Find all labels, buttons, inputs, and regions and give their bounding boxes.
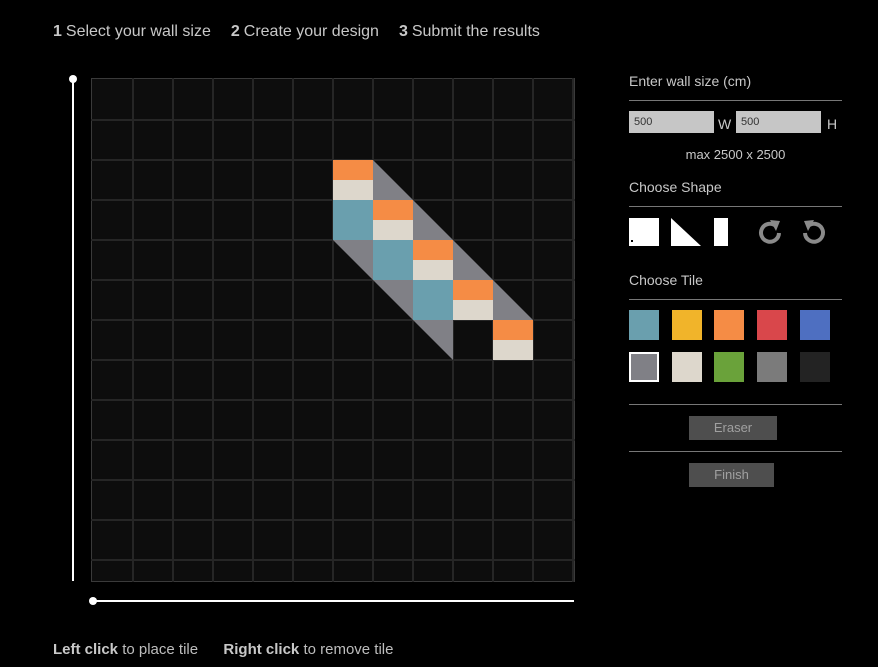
right-click-label: Right click [223,641,300,658]
placed-tile[interactable] [493,340,533,360]
placed-tile[interactable] [453,280,493,300]
tile-swatch[interactable] [629,352,659,382]
square-shape-icon[interactable] [629,218,659,246]
left-click-text: to place tile [118,641,199,658]
tile-swatch[interactable] [800,310,830,340]
triangle-shape-icon[interactable] [671,218,701,246]
finish-button[interactable]: Finish [689,463,774,487]
height-ruler [72,79,74,581]
placed-tile[interactable] [413,240,453,260]
placed-tile[interactable] [373,240,413,280]
width-ruler-handle[interactable] [89,597,97,605]
placed-tile[interactable] [373,200,413,220]
divider [629,100,842,101]
placed-tile[interactable] [373,220,413,240]
right-click-text: to remove tile [299,641,394,658]
half-tile-shape-icon[interactable] [714,218,728,246]
rotate-left-icon[interactable] [800,218,828,246]
design-canvas[interactable] [91,78,575,582]
placed-tile[interactable] [453,300,493,320]
divider [629,299,842,300]
help-text: Left click to place tile Right click to … [53,641,394,658]
divider [629,206,842,207]
wall-size-title: Enter wall size (cm) [629,73,752,89]
rotate-right-icon[interactable] [756,218,784,246]
tile-swatch[interactable] [714,310,744,340]
placed-tile[interactable] [413,280,453,320]
wall-height-input[interactable] [736,111,821,133]
height-unit-label: H [827,116,838,132]
tile-swatch[interactable] [757,352,787,382]
steps-bar: 1 Select your wall size 2 Create your desi… [53,23,540,41]
tile-swatch[interactable] [757,310,787,340]
divider [629,451,842,452]
shape-title: Choose Shape [629,179,722,195]
placed-tile[interactable] [413,260,453,280]
step-2[interactable]: 2 Create your design [231,23,379,41]
tile-swatch[interactable] [629,310,659,340]
left-click-label: Left click [53,641,119,658]
placed-tile[interactable] [333,180,373,200]
tile-swatch[interactable] [672,310,702,340]
height-ruler-handle[interactable] [69,75,77,83]
tile-swatch[interactable] [800,352,830,382]
wall-width-input[interactable] [629,111,714,133]
eraser-button[interactable]: Eraser [689,416,777,440]
placed-tile[interactable] [333,160,373,180]
step-3[interactable]: 3 Submit the results [399,23,540,41]
tile-swatch[interactable] [672,352,702,382]
tile-swatch[interactable] [714,352,744,382]
placed-tile[interactable] [493,320,533,340]
step-1[interactable]: 1 Select your wall size [53,23,211,41]
tile-title: Choose Tile [629,272,703,288]
max-size-text: max 2500 x 2500 [685,147,786,162]
wall-grid[interactable] [91,78,575,582]
width-ruler [93,600,574,602]
divider [629,404,842,405]
placed-tile[interactable] [333,200,373,240]
width-unit-label: W [718,116,732,132]
